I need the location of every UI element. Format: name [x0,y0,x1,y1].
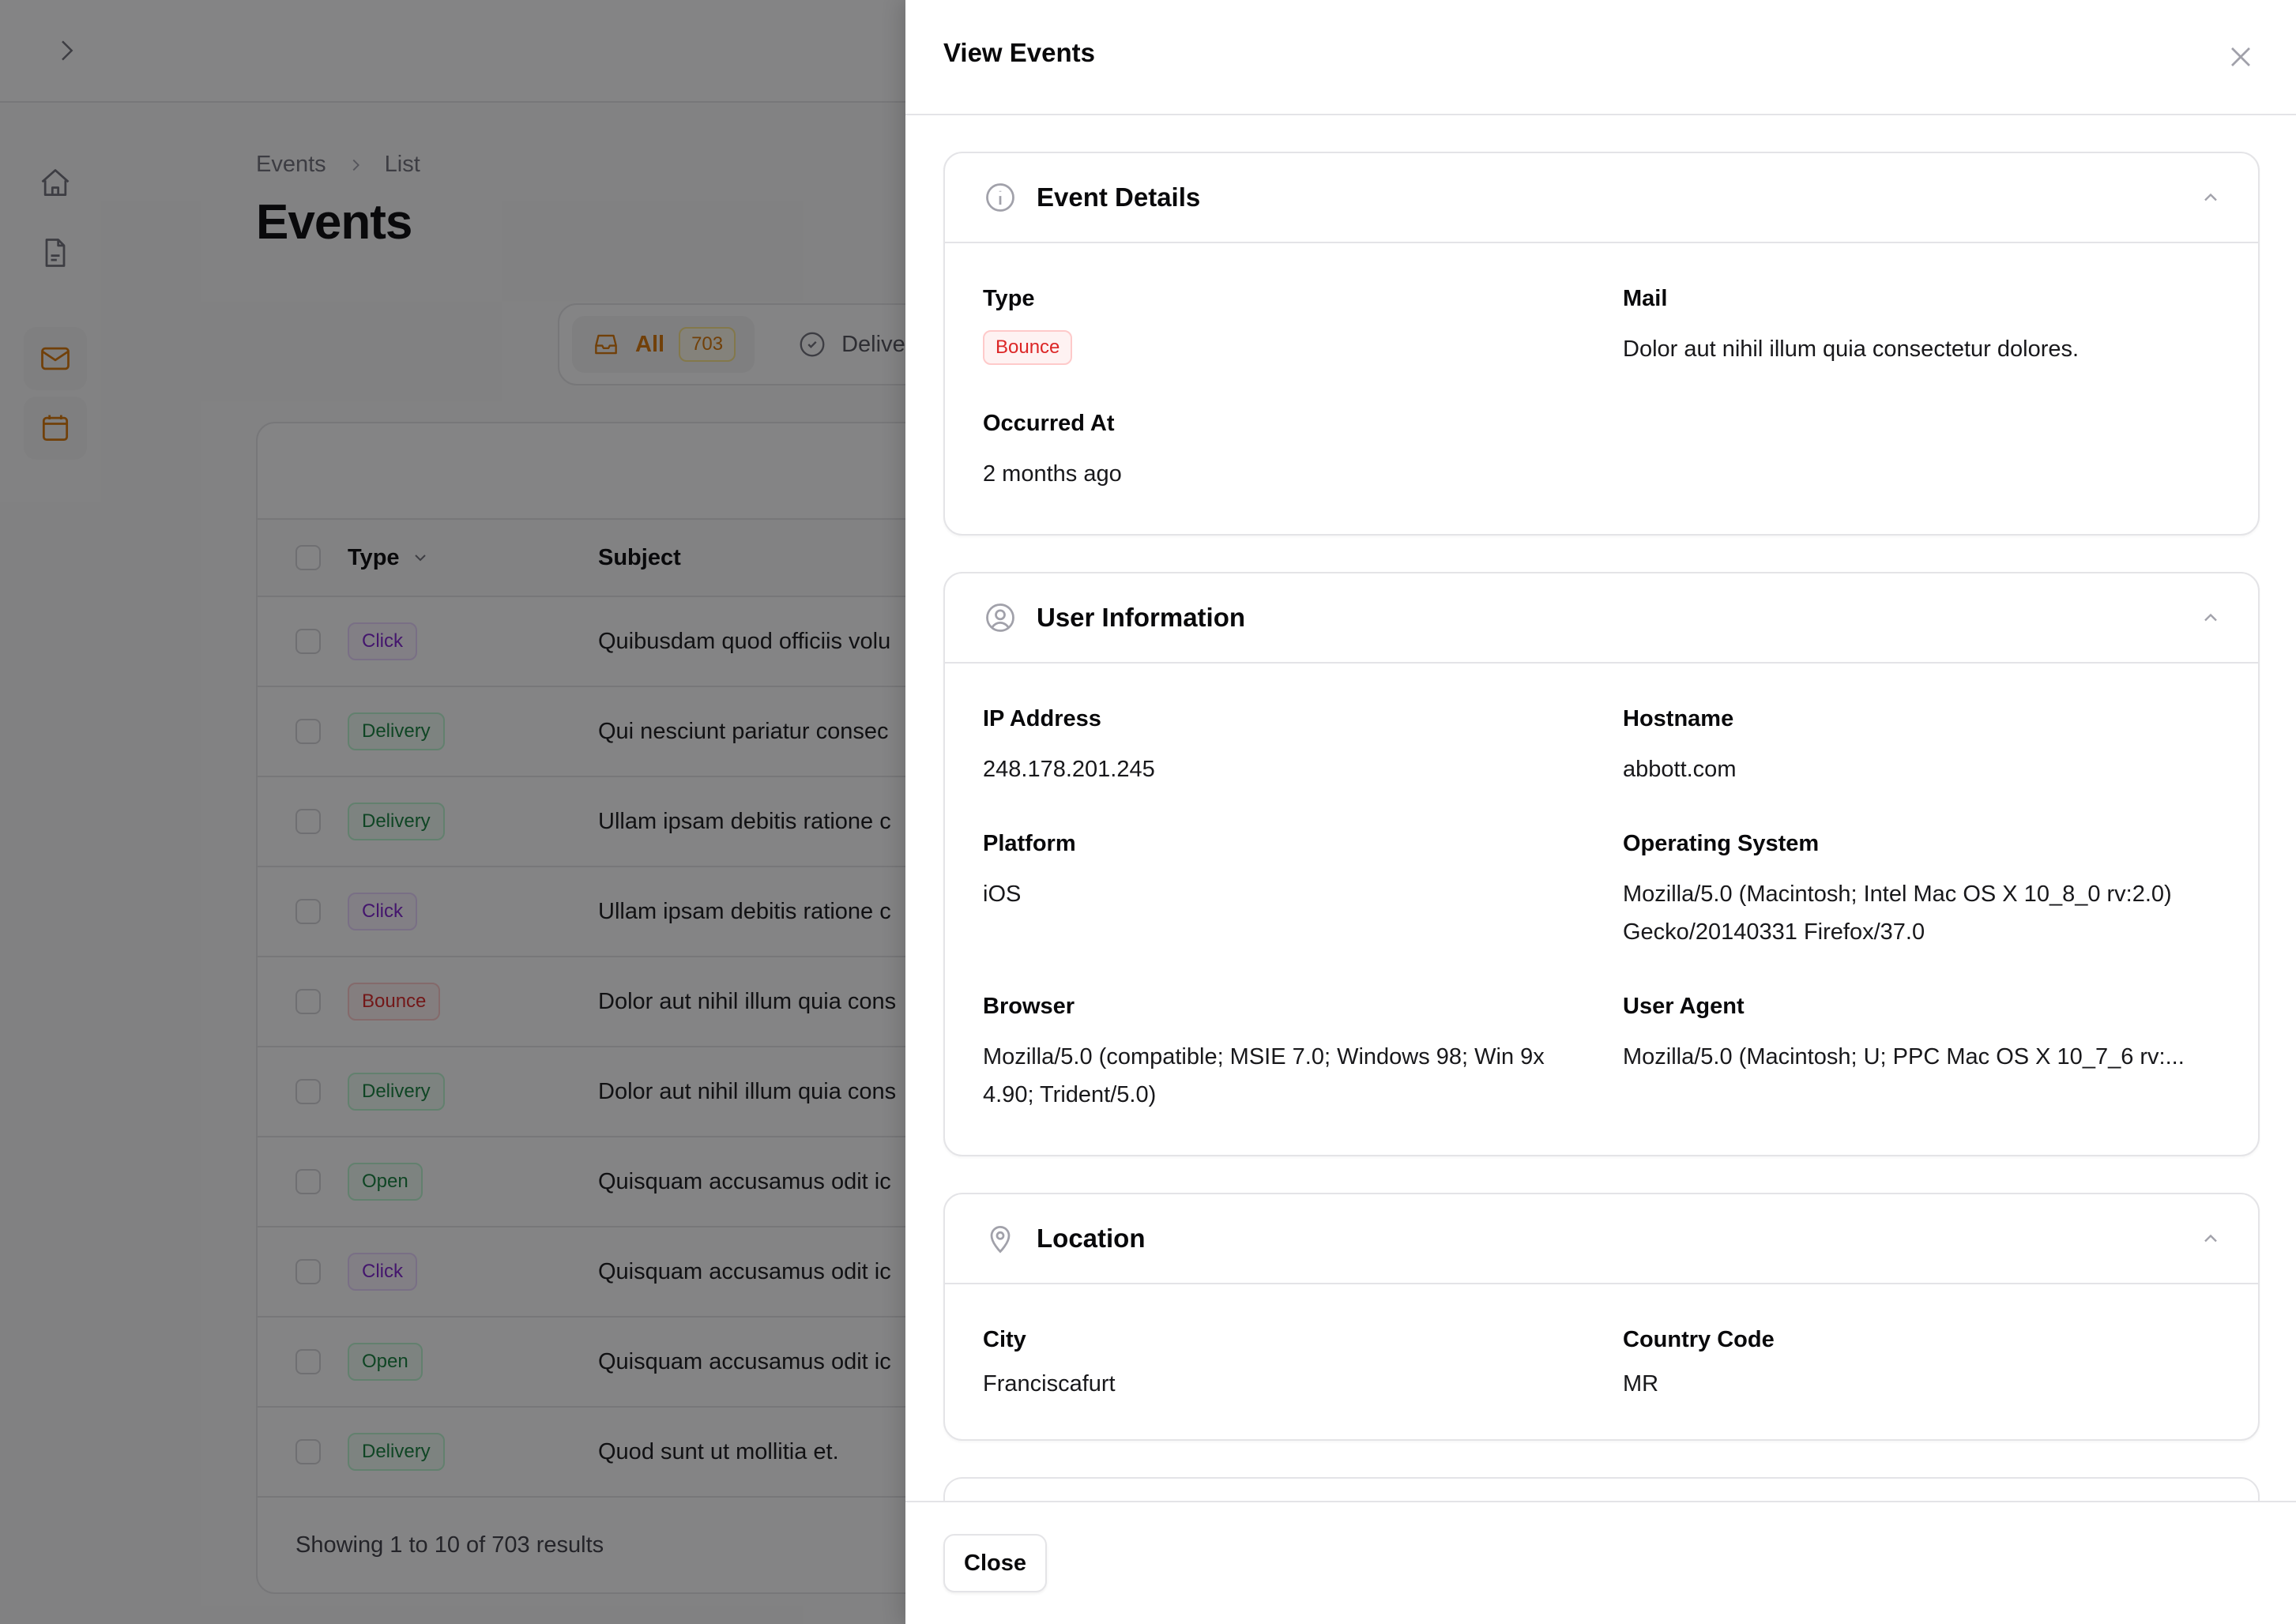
field-label: City [983,1327,1026,1352]
field-type: Type Bounce [983,284,1623,368]
location-header[interactable]: Location [945,1194,2258,1284]
collapse-button[interactable] [2200,1227,2222,1250]
event-details-body: Type Bounce Mail Dolor aut nihil illum q… [945,243,2258,534]
field-label: Operating System [1623,831,1820,856]
collapse-button[interactable] [2200,186,2222,209]
collapse-button[interactable] [2200,607,2222,629]
field-country-code: Country Code MR [1623,1325,2220,1403]
modal-header: View Events [905,0,2296,115]
field-value: Franciscafurt [983,1371,1116,1397]
close-icon [2231,47,2250,66]
field-mail: Mail Dolor aut nihil illum quia consecte… [1623,284,2220,368]
chevron-up-icon [2204,613,2217,622]
map-pin-icon [990,1226,1011,1254]
close-button[interactable]: Close [943,1534,1047,1592]
field-label: IP Address [983,706,1101,731]
field-label: Platform [983,831,1076,856]
field-value: Mozilla/5.0 (Macintosh; Intel Mac OS X 1… [1623,882,2172,945]
modal-footer: Close [905,1501,2296,1624]
field-value: Dolor aut nihil illum quia consectetur d… [1623,336,2080,362]
modal-title: View Events [943,38,1095,67]
event-details-section: Event Details Type Bounce Mail Dolor aut… [943,152,2260,536]
field-value: iOS [983,882,1022,907]
field-value: Mozilla/5.0 (compatible; MSIE 7.0; Windo… [983,1044,1545,1107]
field-city: City Franciscafurt [983,1325,1623,1403]
section-title: Location [1037,1224,1146,1253]
field-ip-address: IP Address 248.178.201.245 [983,705,1623,788]
field-value: 248.178.201.245 [983,757,1155,782]
info-icon [986,183,1014,212]
field-label: Occurred At [983,411,1115,436]
location-body: City Franciscafurt Country Code MR [945,1284,2258,1439]
field-operating-system: Operating System Mozilla/5.0 (Macintosh;… [1623,829,2220,951]
field-label: Mail [1623,286,1668,311]
view-events-modal: View Events Event Details Type Bounce Ma… [905,0,2296,1624]
location-section: Location City Franciscafurt Country Code… [943,1193,2260,1441]
field-value: MR [1623,1371,1659,1397]
section-title: Event Details [1037,182,1201,212]
field-value: 2 months ago [983,461,1122,487]
user-information-header[interactable]: User Information [945,573,2258,664]
next-section-partial [943,1477,2260,1501]
field-value: abbott.com [1623,757,1737,782]
type-badge: Bounce [983,330,1073,365]
modal-close-button[interactable] [2223,39,2258,74]
field-platform: Platform iOS [983,829,1623,951]
modal-body: Event Details Type Bounce Mail Dolor aut… [905,115,2296,1501]
field-label: Hostname [1623,706,1734,731]
section-title: User Information [1037,603,1246,632]
user-information-body: IP Address 248.178.201.245 Hostname abbo… [945,664,2258,1155]
field-label: User Agent [1623,994,1745,1019]
chevron-up-icon [2204,1234,2217,1242]
user-circle-icon [986,603,1014,632]
field-label: Type [983,286,1035,311]
chevron-up-icon [2204,193,2217,201]
field-label: Country Code [1623,1327,1775,1352]
event-details-header[interactable]: Event Details [945,153,2258,243]
field-label: Browser [983,994,1075,1019]
field-user-agent: User Agent Mozilla/5.0 (Macintosh; U; PP… [1623,992,2220,1114]
field-occurred-at: Occurred At 2 months ago [983,409,1623,493]
field-browser: Browser Mozilla/5.0 (compatible; MSIE 7.… [983,992,1623,1114]
field-hostname: Hostname abbott.com [1623,705,2220,788]
field-value: Mozilla/5.0 (Macintosh; U; PPC Mac OS X … [1623,1044,2185,1070]
user-information-section: User Information IP Address 248.178.201.… [943,572,2260,1156]
